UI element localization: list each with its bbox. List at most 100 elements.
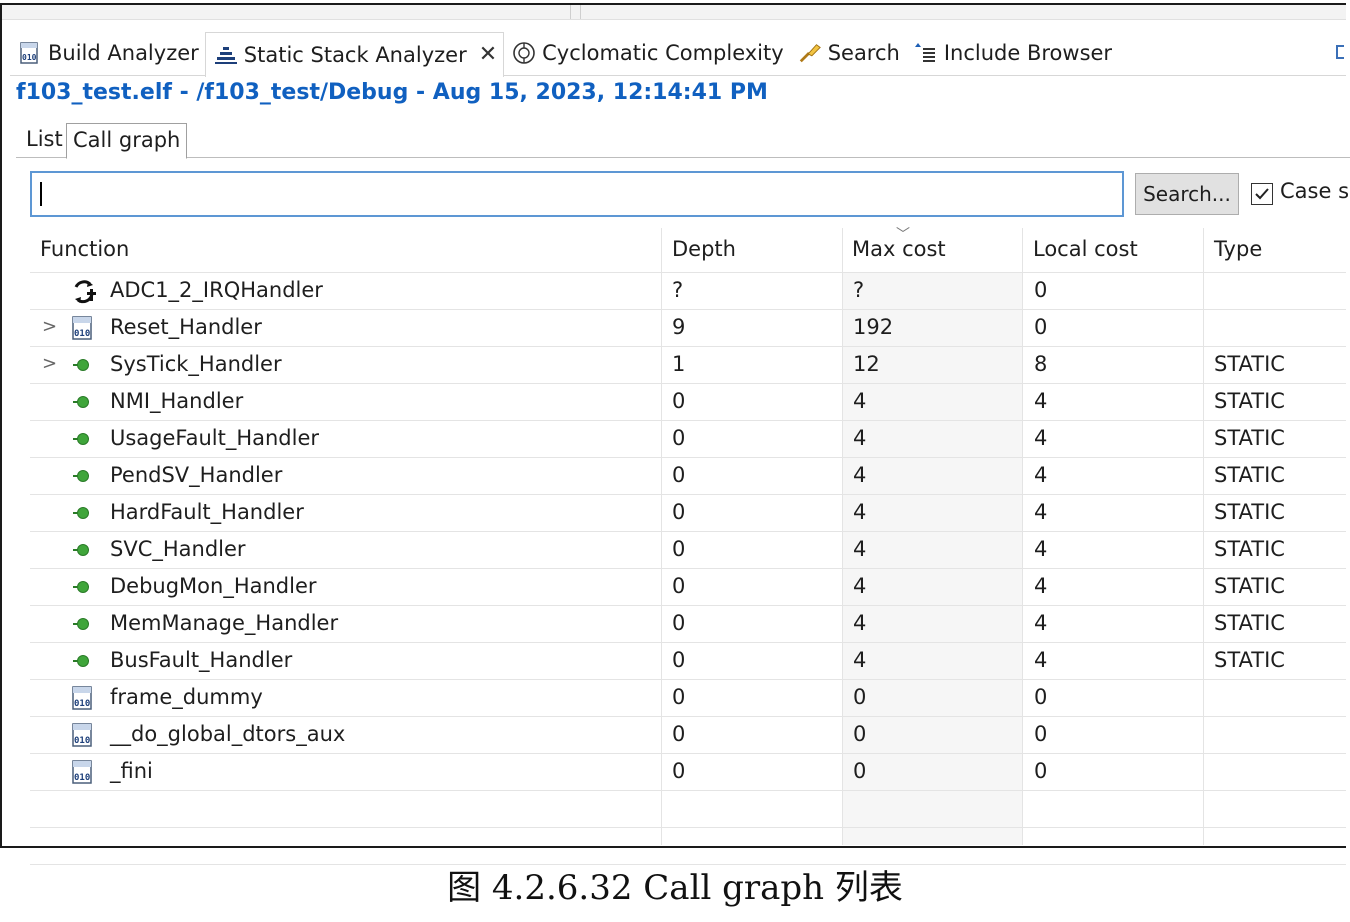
cell-max-cost: 0 xyxy=(853,722,867,746)
column-header-type[interactable]: Type xyxy=(1204,228,1262,272)
binary-file-icon: 010 xyxy=(70,760,96,784)
function-name: SysTick_Handler xyxy=(110,352,282,376)
tab-include-browser[interactable]: Include Browser xyxy=(906,33,1118,73)
table-row[interactable]: MemManage_Handler 0 4 4 STATIC xyxy=(30,606,1346,643)
expand-chevron-icon[interactable]: > xyxy=(42,310,57,344)
tab-cyclomatic-complexity[interactable]: Cyclomatic Complexity xyxy=(504,33,790,73)
cell-function: SVC_Handler xyxy=(30,532,662,568)
tab-search[interactable]: Search xyxy=(790,33,906,73)
empty-row xyxy=(30,791,1346,828)
table-row[interactable]: UsageFault_Handler 0 4 4 STATIC xyxy=(30,421,1346,458)
table-row[interactable]: 010 frame_dummy 0 0 0 xyxy=(30,680,1346,717)
cell-depth: 0 xyxy=(672,759,686,783)
recursion-icon xyxy=(70,279,96,304)
table-row[interactable]: NMI_Handler 0 4 4 STATIC xyxy=(30,384,1346,421)
cell-local-cost: 4 xyxy=(1034,463,1048,487)
cell-local-cost: 4 xyxy=(1034,426,1048,450)
cell-local-cost: 0 xyxy=(1034,278,1048,302)
cell-type: STATIC xyxy=(1214,537,1285,561)
close-icon[interactable]: ✕ xyxy=(479,42,497,67)
maximize-icon[interactable] xyxy=(1336,45,1344,59)
function-icon xyxy=(70,501,96,525)
function-icon xyxy=(70,390,96,414)
function-icon xyxy=(70,427,96,451)
cell-function: 010 frame_dummy xyxy=(30,680,662,716)
text-caret xyxy=(40,182,42,206)
cell-function: 010 __do_global_dtors_aux xyxy=(30,717,662,753)
cell-type: STATIC xyxy=(1214,463,1285,487)
table-row[interactable]: ADC1_2_IRQHandler?? 0 xyxy=(30,273,1346,310)
column-header-local-cost[interactable]: Local cost xyxy=(1023,228,1138,272)
function-name: UsageFault_Handler xyxy=(110,426,320,450)
cell-type: STATIC xyxy=(1214,389,1285,413)
cell-depth: 0 xyxy=(672,574,686,598)
table-row[interactable]: > SysTick_Handler 1 12 8 STATIC xyxy=(30,347,1346,384)
cell-depth: 0 xyxy=(672,500,686,524)
table-row[interactable]: PendSV_Handler 0 4 4 STATIC xyxy=(30,458,1346,495)
function-name: HardFault_Handler xyxy=(110,500,304,524)
binary-file-icon: 010 xyxy=(70,316,96,340)
table-row[interactable]: SVC_Handler 0 4 4 STATIC xyxy=(30,532,1346,569)
table-row[interactable]: 010 __do_global_dtors_aux 0 0 0 xyxy=(30,717,1346,754)
function-name: DebugMon_Handler xyxy=(110,574,317,598)
table-row[interactable]: BusFault_Handler 0 4 4 STATIC xyxy=(30,643,1346,680)
search-input[interactable] xyxy=(30,171,1124,217)
cell-local-cost: 0 xyxy=(1034,722,1048,746)
cell-function: > SysTick_Handler xyxy=(30,347,662,383)
function-name: __do_global_dtors_aux xyxy=(110,722,346,746)
tab-build-analyzer[interactable]: 010 Build Analyzer xyxy=(10,33,205,73)
column-header-depth[interactable]: Depth xyxy=(662,228,736,272)
binary-file-icon: 010 xyxy=(70,686,96,710)
table-body: ADC1_2_IRQHandler?? 0 >010 Reset_Handler 9 19… xyxy=(30,273,1346,791)
tab-static-stack-analyzer[interactable]: Static Stack Analyzer ✕ xyxy=(204,31,505,77)
analysis-title: f103_test.elf - /f103_test/Debug - Aug 1… xyxy=(16,80,768,105)
complexity-icon xyxy=(512,41,536,65)
cell-type: STATIC xyxy=(1214,426,1285,450)
search-button[interactable]: Search... xyxy=(1135,173,1239,215)
cell-function: 010 _fini xyxy=(30,754,662,790)
window-top-strip xyxy=(2,5,1346,20)
cell-function: MemManage_Handler xyxy=(30,606,662,642)
case-sensitive-checkbox[interactable] xyxy=(1251,183,1273,205)
call-graph-table: Function Depth Max cost Local cost Type … xyxy=(30,228,1346,865)
column-header-function[interactable]: Function xyxy=(30,228,129,272)
function-name: frame_dummy xyxy=(110,685,263,709)
stack-icon xyxy=(214,43,238,67)
table-header: Function Depth Max cost Local cost Type xyxy=(30,228,1346,273)
tab-list[interactable]: List xyxy=(20,123,69,157)
cell-local-cost: 8 xyxy=(1034,352,1048,376)
expand-chevron-icon[interactable]: > xyxy=(42,347,57,381)
cell-max-cost: 0 xyxy=(853,759,867,783)
cell-max-cost: 4 xyxy=(853,537,867,561)
table-row[interactable]: DebugMon_Handler 0 4 4 STATIC xyxy=(30,569,1346,606)
cell-function: BusFault_Handler xyxy=(30,643,662,679)
include-icon xyxy=(914,41,938,65)
cell-local-cost: 4 xyxy=(1034,537,1048,561)
cell-local-cost: 4 xyxy=(1034,389,1048,413)
cell-depth: 0 xyxy=(672,648,686,672)
table-row[interactable]: 010 _fini 0 0 0 xyxy=(30,754,1346,791)
svg-text:010: 010 xyxy=(74,773,90,783)
function-name: _fini xyxy=(110,759,153,783)
cell-local-cost: 4 xyxy=(1034,648,1048,672)
cell-function: DebugMon_Handler xyxy=(30,569,662,605)
function-icon xyxy=(70,612,96,636)
cell-depth: 1 xyxy=(672,352,686,376)
cell-max-cost: 4 xyxy=(853,648,867,672)
cell-local-cost: 4 xyxy=(1034,500,1048,524)
table-row[interactable]: HardFault_Handler 0 4 4 STATIC xyxy=(30,495,1346,532)
cell-depth: 9 xyxy=(672,315,686,339)
function-icon xyxy=(70,575,96,599)
tab-call-graph[interactable]: Call graph xyxy=(66,123,188,159)
table-row[interactable]: >010 Reset_Handler 9 192 0 xyxy=(30,310,1346,347)
column-header-max-cost[interactable]: Max cost xyxy=(842,228,946,272)
cell-max-cost: 12 xyxy=(853,352,880,376)
cell-depth: 0 xyxy=(672,389,686,413)
cell-max-cost: 4 xyxy=(853,463,867,487)
cell-max-cost: 4 xyxy=(853,574,867,598)
tab-label: Build Analyzer xyxy=(48,41,199,65)
cell-local-cost: 0 xyxy=(1034,315,1048,339)
cell-type: STATIC xyxy=(1214,352,1285,376)
cell-max-cost: 0 xyxy=(853,685,867,709)
cell-function: >010 Reset_Handler xyxy=(30,310,662,346)
